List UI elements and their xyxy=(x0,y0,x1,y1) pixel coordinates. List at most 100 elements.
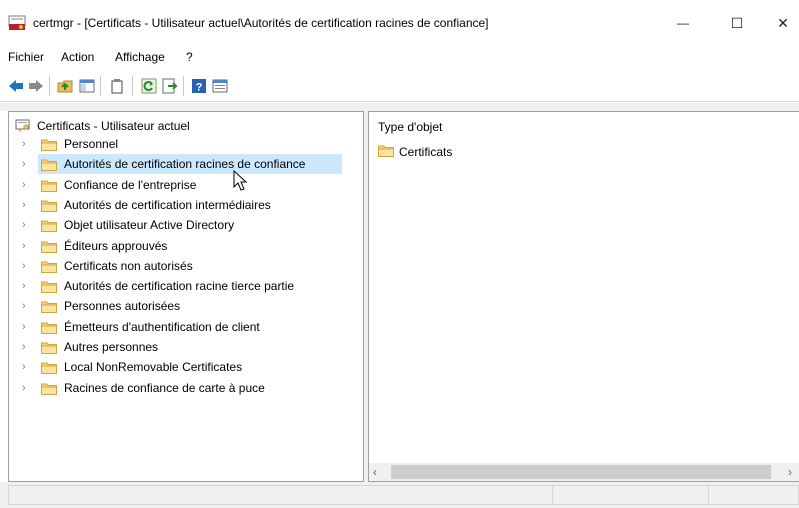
chevron-right-icon[interactable]: › xyxy=(22,158,32,170)
horizontal-scrollbar[interactable]: ‹ › xyxy=(369,463,799,481)
forward-icon[interactable] xyxy=(27,77,45,95)
window-title: certmgr - [Certificats - Utilisateur act… xyxy=(33,16,489,30)
tree-item-label: Personnes autorisées xyxy=(64,299,181,314)
title-bar: certmgr - [Certificats - Utilisateur act… xyxy=(0,0,799,46)
toolbar-separator xyxy=(100,76,101,96)
chevron-right-icon[interactable]: › xyxy=(22,138,32,150)
show-tree-icon[interactable] xyxy=(78,77,96,95)
toolbar-separator xyxy=(132,76,133,96)
tree-item-label: Autorités de certification intermédiaire… xyxy=(64,197,271,212)
scroll-left-icon[interactable]: ‹ xyxy=(373,465,377,479)
scroll-thumb[interactable] xyxy=(391,465,771,479)
tree-item-label: Autorités de certification racine tierce… xyxy=(64,279,295,294)
folder-icon xyxy=(378,144,394,160)
mouse-cursor-icon xyxy=(233,169,249,192)
chevron-right-icon[interactable]: › xyxy=(22,321,32,333)
folder-icon xyxy=(41,280,57,294)
folder-icon xyxy=(41,361,57,375)
menu-bar: Fichier Action Affichage ? xyxy=(0,46,799,68)
folder-icon xyxy=(41,341,57,354)
chevron-right-icon[interactable]: › xyxy=(22,199,32,211)
close-icon: ✕ xyxy=(777,14,789,31)
tree-item[interactable]: › Émetteurs d'authentification de client xyxy=(9,317,363,337)
tree-item-label: Autres personnes xyxy=(64,340,159,354)
chevron-right-icon[interactable]: › xyxy=(22,240,32,252)
tree-item-label: Local NonRemovable Certificates xyxy=(64,360,243,375)
folder-icon xyxy=(41,179,57,192)
toolbar-gap xyxy=(0,103,799,111)
export-icon[interactable] xyxy=(161,77,179,95)
chevron-right-icon[interactable]: › xyxy=(22,179,32,191)
console-tree-pane[interactable]: Certificats - Utilisateur actuel › Person… xyxy=(8,111,364,482)
tree-item[interactable]: › Objet utilisateur Active Directory xyxy=(9,215,363,235)
tree-item[interactable]: › Confiance de l'entreprise xyxy=(9,175,363,195)
chevron-right-icon[interactable]: › xyxy=(22,341,32,353)
chevron-right-icon[interactable]: › xyxy=(22,219,32,231)
chevron-right-icon[interactable]: › xyxy=(22,361,32,373)
tree-item-label: Personnel xyxy=(64,137,119,151)
menu-fichier[interactable]: Fichier xyxy=(8,50,44,64)
tree-item[interactable]: › Éditeurs approuvés xyxy=(9,236,363,256)
status-divider xyxy=(552,485,553,505)
close-button[interactable]: ✕ xyxy=(760,0,799,46)
properties-icon[interactable] xyxy=(211,77,229,95)
folder-icon xyxy=(41,158,57,172)
folder-icon xyxy=(41,240,57,253)
tree-item[interactable]: › Autorités de certification racines de c… xyxy=(9,154,363,175)
folder-icon xyxy=(41,260,57,273)
list-item-label: Certificats xyxy=(399,145,453,159)
folder-icon xyxy=(41,219,57,233)
chevron-right-icon[interactable]: › xyxy=(22,382,32,394)
back-icon[interactable] xyxy=(7,77,25,95)
folder-icon xyxy=(41,321,57,334)
tree-root-certificats[interactable]: Certificats - Utilisateur actuel xyxy=(15,117,190,135)
tree-item[interactable]: › Personnel xyxy=(9,134,363,154)
status-divider xyxy=(708,485,709,505)
certmgr-app-icon[interactable] xyxy=(8,15,26,31)
list-item-certificats[interactable]: Certificats xyxy=(378,143,452,161)
tree-item-label: Certificats non autorisés xyxy=(64,258,193,273)
certificate-store-icon xyxy=(15,117,31,136)
tree-item-label: Objet utilisateur Active Directory xyxy=(64,218,235,233)
maximize-icon: ☐ xyxy=(730,14,744,31)
refresh-icon[interactable] xyxy=(140,77,158,95)
tree-item-label: Éditeurs approuvés xyxy=(64,238,168,253)
scroll-right-icon[interactable]: › xyxy=(788,465,792,479)
delete-icon[interactable] xyxy=(108,77,126,95)
chevron-right-icon[interactable]: › xyxy=(22,280,32,292)
tree-item[interactable]: › Autorités de certification racine tierc… xyxy=(9,276,363,296)
tree-item-label: Racines de confiance de carte à puce xyxy=(64,380,265,395)
chevron-right-icon[interactable]: › xyxy=(22,300,32,312)
toolbar-separator xyxy=(183,76,184,96)
maximize-button[interactable]: ☐ xyxy=(714,0,760,46)
tree-item[interactable]: › Autres personnes xyxy=(9,337,363,357)
menu-affichage[interactable]: Affichage xyxy=(115,50,165,64)
column-header-type-objet[interactable]: Type d'objet xyxy=(378,120,442,134)
tree-item[interactable]: › Autorités de certification intermédiair… xyxy=(9,195,363,215)
folder-icon xyxy=(41,199,57,212)
minimize-icon: — xyxy=(677,16,689,30)
up-folder-icon[interactable] xyxy=(56,77,74,95)
svg-text:?: ? xyxy=(196,82,203,94)
details-pane[interactable]: Type d'objet Certificats ‹ › xyxy=(368,111,799,482)
toolbar-separator xyxy=(49,76,50,96)
tree-root-label: Certificats - Utilisateur actuel xyxy=(37,119,190,133)
help-icon[interactable]: ? xyxy=(190,77,208,95)
folder-icon xyxy=(41,138,57,151)
tree-item-label: Autorités de certification racines de co… xyxy=(64,157,306,172)
tree-item[interactable]: › Certificats non autorisés xyxy=(9,256,363,276)
status-panel xyxy=(8,485,799,505)
menu-action[interactable]: Action xyxy=(61,50,94,64)
folder-icon xyxy=(41,300,57,314)
tree-item[interactable]: › Personnes autorisées xyxy=(9,296,363,316)
status-bar xyxy=(0,482,799,508)
tree-item[interactable]: › Local NonRemovable Certificates xyxy=(9,357,363,377)
minimize-button[interactable]: — xyxy=(660,0,706,46)
tree-item-label: Émetteurs d'authentification de client xyxy=(64,319,260,334)
tree-item-label: Confiance de l'entreprise xyxy=(64,177,197,192)
tree-item[interactable]: › Racines de confiance de carte à puce xyxy=(9,378,363,398)
chevron-right-icon[interactable]: › xyxy=(22,260,32,272)
menu-help[interactable]: ? xyxy=(186,50,193,64)
folder-icon xyxy=(41,382,57,395)
toolbar: ? xyxy=(0,68,799,102)
